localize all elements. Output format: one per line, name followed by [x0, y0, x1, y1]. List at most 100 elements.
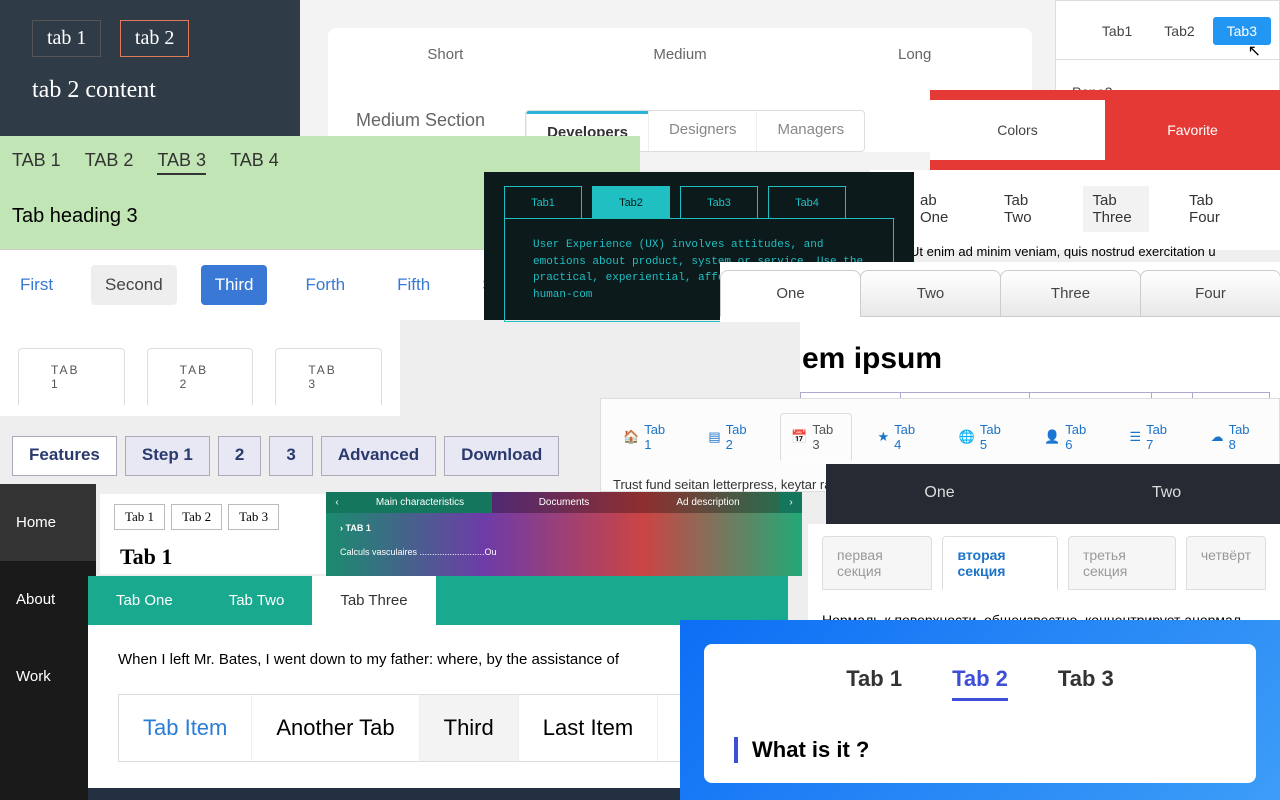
calendar-icon: 📅: [791, 429, 807, 445]
tab-first[interactable]: First: [6, 265, 67, 305]
tab-4[interactable]: TAB 4: [230, 150, 279, 175]
tab-step-1[interactable]: Step 1: [125, 436, 210, 476]
panel-sidebar: Home About Work: [0, 484, 96, 800]
tab-three[interactable]: Tab Three: [312, 576, 435, 625]
tab-medium[interactable]: Medium: [563, 28, 798, 82]
tab-colors[interactable]: Colors: [930, 100, 1105, 160]
tab-1[interactable]: TAB 1: [12, 150, 61, 175]
body-text: When I left Mr. Bates, I went down to my…: [118, 651, 758, 668]
tab-features[interactable]: Features: [12, 436, 117, 476]
tab-section-1[interactable]: первая секция: [822, 536, 932, 590]
inner-third[interactable]: Third: [420, 695, 519, 761]
cloud-icon: ☁: [1211, 429, 1224, 445]
tab-main[interactable]: Main characteristics: [348, 492, 492, 513]
row-text: Calculs vasculaires ....................…: [326, 543, 802, 561]
section-heading: Medium Section: [356, 110, 485, 131]
inner-last-item[interactable]: Last Item: [519, 695, 658, 761]
tab-1[interactable]: tab 1: [32, 20, 101, 57]
tab-7[interactable]: ☰Tab 7: [1119, 413, 1184, 461]
tab-two[interactable]: Tab Two: [994, 186, 1052, 232]
arrow-right-icon[interactable]: ›: [780, 492, 802, 513]
tab-fifth[interactable]: Fifth: [383, 265, 444, 305]
tab-section-3[interactable]: третья секция: [1068, 536, 1176, 590]
tab-four[interactable]: Four: [1140, 270, 1280, 317]
tab-2[interactable]: ▤Tab 2: [698, 413, 764, 461]
tab-3[interactable]: Tab3: [1213, 17, 1271, 45]
nav-home[interactable]: Home: [0, 484, 96, 561]
tab-two[interactable]: Tab Two: [201, 576, 313, 625]
tab-one[interactable]: One: [826, 464, 1053, 524]
tab-two[interactable]: Two: [1053, 464, 1280, 524]
tab-favorite[interactable]: Favorite: [1105, 100, 1280, 160]
tab-3[interactable]: 📅Tab 3: [780, 413, 851, 461]
tab-4[interactable]: ★Tab 4: [868, 413, 933, 461]
tab-one[interactable]: Tab One: [88, 576, 201, 625]
tab-4[interactable]: Tab4: [768, 186, 846, 219]
tab-3[interactable]: Tab 3: [228, 504, 279, 530]
inner-tab-item[interactable]: Tab Item: [119, 695, 252, 761]
tab-2[interactable]: Tab 2: [171, 504, 222, 530]
panel-ordinals: First Second Third Forth Fifth Sixth: [0, 250, 484, 320]
panel-features: Features Step 1 2 3 Advanced Download: [12, 436, 600, 476]
heading: em ipsum: [800, 342, 1270, 376]
tab-ad[interactable]: Ad description: [636, 492, 780, 513]
tab-1[interactable]: Tab 1: [846, 666, 902, 701]
panel-dark-basic: tab 1 tab 2 tab 2 content: [0, 0, 300, 136]
tab-5[interactable]: 🌐Tab 5: [949, 413, 1018, 461]
panel-russian: первая секция вторая секция третья секци…: [808, 524, 1280, 622]
tab-2[interactable]: Tab2: [592, 186, 670, 219]
nav-work[interactable]: Work: [0, 638, 96, 715]
subtab-managers[interactable]: Managers: [756, 111, 864, 151]
tab-download[interactable]: Download: [444, 436, 559, 476]
tab-2[interactable]: Tab2: [1150, 17, 1208, 45]
tab-2[interactable]: Tab 2: [952, 666, 1008, 701]
user-icon: 👤: [1044, 429, 1060, 445]
tab-two[interactable]: Two: [860, 270, 1001, 317]
arrow-left-icon[interactable]: ‹: [326, 492, 348, 513]
tab-three[interactable]: Tab Three: [1083, 186, 1150, 232]
tab-3[interactable]: 3: [269, 436, 312, 476]
tab-8[interactable]: ☁Tab 8: [1201, 413, 1267, 461]
tab-one[interactable]: One: [720, 270, 861, 317]
tab-forth[interactable]: Forth: [291, 265, 359, 305]
tab-advanced[interactable]: Advanced: [321, 436, 436, 476]
body-text: Ut enim ad minim veniam, quis nostrud ex…: [910, 244, 1240, 259]
tab-one[interactable]: ab One: [910, 186, 964, 232]
tab-three[interactable]: Three: [1000, 270, 1141, 317]
subtab-designers[interactable]: Designers: [648, 111, 757, 151]
tab-short[interactable]: Short: [328, 28, 563, 82]
nav-about[interactable]: About: [0, 561, 96, 638]
menu-icon: ☰: [1129, 429, 1141, 445]
sub-label: › TAB 1: [326, 513, 802, 543]
tab-content: tab 2 content: [32, 77, 268, 104]
inner-another-tab[interactable]: Another Tab: [252, 695, 419, 761]
tab-1[interactable]: Tab 1: [114, 504, 165, 530]
tab-6[interactable]: 👤Tab 6: [1034, 413, 1103, 461]
tab-long[interactable]: Long: [797, 28, 1032, 82]
tab-1[interactable]: Tab1: [1088, 17, 1146, 45]
tab-documents[interactable]: Documents: [492, 492, 636, 513]
tab-1[interactable]: Tab1: [504, 186, 582, 219]
tab-3[interactable]: TAB 3: [157, 150, 206, 175]
tab-section-2[interactable]: вторая секция: [942, 536, 1058, 590]
panel-curved: One Two Three Four: [720, 262, 1280, 322]
tab-2[interactable]: 2: [218, 436, 261, 476]
home-icon: 🏠: [623, 429, 639, 445]
tab-third[interactable]: Third: [201, 265, 268, 305]
tab-2[interactable]: TAB 2: [85, 150, 134, 175]
globe-icon: 🌐: [959, 429, 975, 445]
panel-tab-words: ab One Tab Two Tab Three Tab Four Ut eni…: [870, 170, 1280, 250]
panel-serif-tabs: Tab 1 Tab 2 Tab 3 Tab 1: [100, 494, 326, 574]
tab-3[interactable]: Tab3: [680, 186, 758, 219]
heading: What is it ?: [734, 737, 1226, 763]
tab-four[interactable]: Tab Four: [1179, 186, 1240, 232]
tab-1[interactable]: 🏠Tab 1: [613, 413, 682, 461]
tab-1[interactable]: TAB 1: [18, 348, 125, 405]
tab-second[interactable]: Second: [91, 265, 177, 305]
tab-section-4[interactable]: четвёрт: [1186, 536, 1266, 590]
tab-3[interactable]: TAB 3: [275, 348, 382, 405]
panel-upper-tabs: TAB 1 TAB 2 TAB 3: [0, 320, 400, 416]
tab-2[interactable]: TAB 2: [147, 348, 254, 405]
tab-2[interactable]: tab 2: [120, 20, 189, 57]
tab-3[interactable]: Tab 3: [1058, 666, 1114, 701]
